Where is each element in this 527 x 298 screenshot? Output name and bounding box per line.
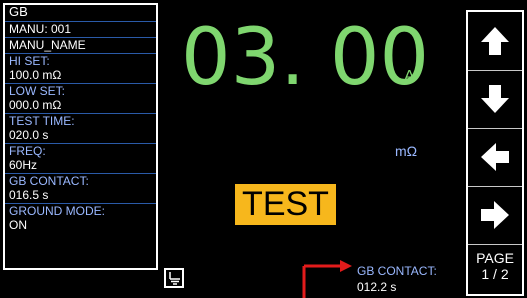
arrow-right-icon: [481, 201, 509, 229]
page-label: PAGE: [476, 250, 514, 266]
freq-label: FREQ:: [9, 144, 46, 158]
test-time-value: 020.0 s: [9, 128, 49, 142]
navigation-panel: PAGE 1 / 2: [466, 10, 524, 296]
manu-number: MANU: 001: [9, 22, 72, 36]
resistance-unit: mΩ: [395, 143, 418, 159]
current-unit: A: [404, 68, 415, 85]
arrow-left-icon: [481, 143, 509, 171]
low-set-row: LOW SET: 000.0 mΩ: [5, 83, 156, 113]
ground-mode-label: GROUND MODE:: [9, 204, 105, 218]
page-number: 1 / 2: [481, 266, 509, 282]
ground-icon: [164, 268, 184, 288]
hi-set-value: 100.0 mΩ: [9, 68, 62, 82]
ground-mode-value: ON: [9, 218, 27, 232]
bottom-gb-contact-value: 012.2 s: [357, 280, 397, 294]
current-reading: 03. 00: [181, 13, 430, 103]
manu-row: MANU: 001: [5, 21, 156, 37]
hi-set-row: HI SET: 100.0 mΩ: [5, 53, 156, 83]
gb-contact-label: GB CONTACT:: [9, 174, 89, 188]
arrow-up-icon: [481, 27, 509, 55]
page-button[interactable]: PAGE 1 / 2: [468, 250, 522, 282]
manu-name: MANU_NAME: [9, 38, 86, 52]
down-button[interactable]: [468, 70, 522, 129]
mode-row: GB: [5, 5, 156, 21]
bottom-gb-contact-label: GB CONTACT:: [357, 264, 437, 278]
ground-mode-row: GROUND MODE: ON: [5, 203, 156, 235]
left-button[interactable]: [468, 128, 522, 187]
test-time-label: TEST TIME:: [9, 114, 75, 128]
test-status-badge: TEST: [235, 184, 336, 225]
freq-row: FREQ: 60Hz: [5, 143, 156, 173]
hi-set-label: HI SET:: [9, 54, 50, 68]
red-indicator-arrow-icon: [302, 260, 352, 298]
low-set-label: LOW SET:: [9, 84, 66, 98]
settings-panel: GB MANU: 001 MANU_NAME HI SET: 100.0 mΩ …: [3, 3, 158, 270]
freq-value: 60Hz: [9, 158, 38, 172]
arrow-down-icon: [481, 85, 509, 113]
low-set-value: 000.0 mΩ: [9, 98, 62, 112]
gb-contact-value: 016.5 s: [9, 188, 49, 202]
up-button[interactable]: [468, 12, 522, 71]
right-button[interactable]: [468, 186, 522, 245]
test-time-row: TEST TIME: 020.0 s: [5, 113, 156, 143]
gb-contact-row: GB CONTACT: 016.5 s: [5, 173, 156, 203]
manu-name-row: MANU_NAME: [5, 37, 156, 53]
mode-label: GB: [9, 4, 28, 19]
